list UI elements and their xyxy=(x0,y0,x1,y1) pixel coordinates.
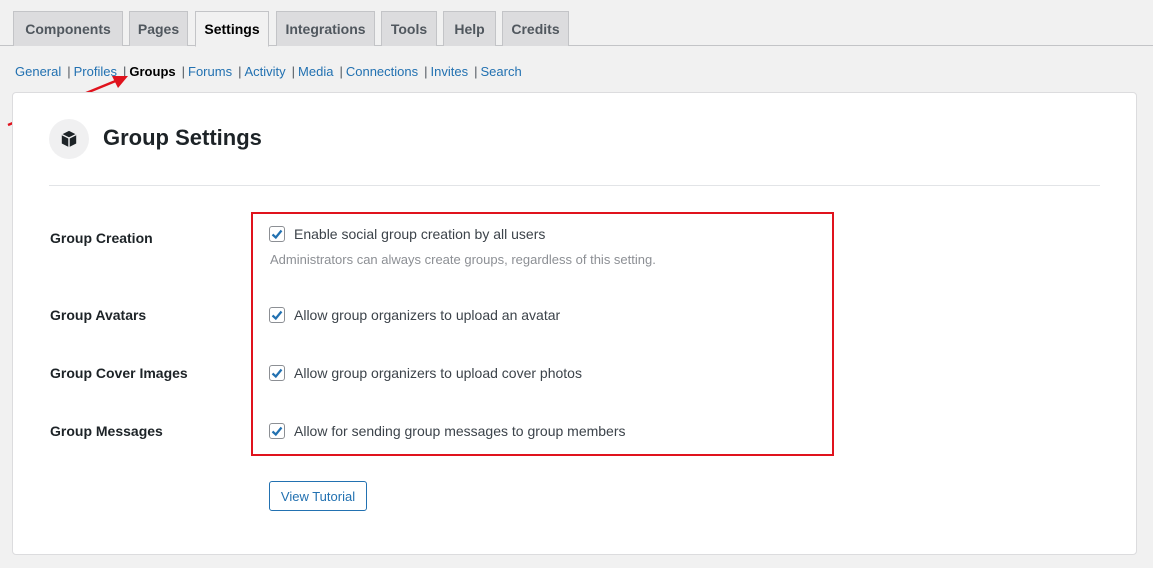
subnav-groups[interactable]: Groups xyxy=(129,64,175,79)
group-messages-option-label: Allow for sending group messages to grou… xyxy=(294,423,626,439)
settings-tabs: Components Pages Settings Integrations T… xyxy=(0,0,1153,47)
subnav-separator: | xyxy=(474,63,478,79)
tab-integrations[interactable]: Integrations xyxy=(276,11,375,46)
group-creation-checkbox[interactable] xyxy=(269,226,285,242)
tab-pages[interactable]: Pages xyxy=(129,11,188,46)
subnav-separator: | xyxy=(181,63,186,79)
group-creation-description: Administrators can always create groups,… xyxy=(270,252,656,267)
tab-credits[interactable]: Credits xyxy=(502,11,569,46)
subnav-search[interactable]: Search xyxy=(480,64,521,79)
group-messages-option[interactable]: Allow for sending group messages to grou… xyxy=(269,423,626,439)
subnav-media[interactable]: Media xyxy=(298,64,333,79)
group-creation-option[interactable]: Enable social group creation by all user… xyxy=(269,226,545,242)
tab-help[interactable]: Help xyxy=(443,11,496,46)
subnav-connections[interactable]: Connections xyxy=(346,64,418,79)
subnav-separator: | xyxy=(67,63,71,79)
tab-components[interactable]: Components xyxy=(13,11,123,46)
group-avatars-label: Group Avatars xyxy=(50,307,147,323)
subnav-general[interactable]: General xyxy=(15,64,61,79)
subnav-separator: | xyxy=(424,63,428,79)
group-creation-option-label: Enable social group creation by all user… xyxy=(294,226,546,242)
settings-subnav: General | Profiles | Groups | Forums | A… xyxy=(15,62,522,80)
group-messages-checkbox[interactable] xyxy=(269,423,285,439)
group-avatars-option[interactable]: Allow group organizers to upload an avat… xyxy=(269,307,560,323)
group-cover-images-option-label: Allow group organizers to upload cover p… xyxy=(294,365,582,381)
subnav-separator: | xyxy=(339,63,343,79)
tab-settings[interactable]: Settings xyxy=(195,11,269,47)
subnav-profiles[interactable]: Profiles xyxy=(74,64,117,79)
box-icon xyxy=(49,119,89,159)
tab-tools[interactable]: Tools xyxy=(381,11,437,46)
panel-title: Group Settings xyxy=(103,125,262,150)
subnav-separator: | xyxy=(123,63,127,79)
subnav-separator: | xyxy=(291,63,296,79)
group-cover-images-checkbox[interactable] xyxy=(269,365,285,381)
divider xyxy=(49,185,1100,186)
subnav-activity[interactable]: Activity xyxy=(244,64,285,79)
subnav-forums[interactable]: Forums xyxy=(188,64,232,79)
annotation-highlight-box xyxy=(251,212,834,456)
subnav-invites[interactable]: Invites xyxy=(431,64,469,79)
group-creation-label: Group Creation xyxy=(50,230,153,246)
group-avatars-option-label: Allow group organizers to upload an avat… xyxy=(294,307,561,323)
view-tutorial-button[interactable]: View Tutorial xyxy=(269,481,367,511)
group-avatars-checkbox[interactable] xyxy=(269,307,285,323)
group-cover-images-option[interactable]: Allow group organizers to upload cover p… xyxy=(269,365,582,381)
group-cover-images-label: Group Cover Images xyxy=(50,365,188,381)
group-settings-panel: Group Settings Group Creation Enable soc… xyxy=(12,92,1137,555)
group-messages-label: Group Messages xyxy=(50,423,163,439)
subnav-separator: | xyxy=(238,63,242,79)
